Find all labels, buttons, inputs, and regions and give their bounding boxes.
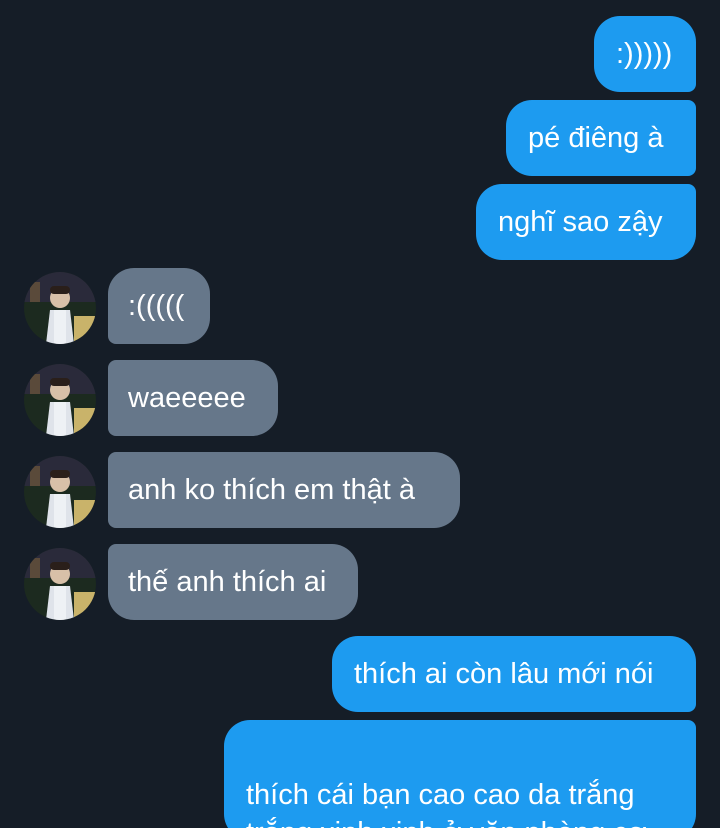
sent-message[interactable]: pé điêng à — [506, 100, 696, 176]
message-text: thế anh thích ai — [128, 566, 327, 598]
message-text: :((((( — [128, 290, 185, 322]
sent-message[interactable]: nghĩ sao zậy — [476, 184, 696, 260]
message-text: anh ko thích em thật à — [128, 474, 415, 506]
message-text: nghĩ sao zậy — [498, 206, 663, 238]
chat-thread: :))))) pé điêng à nghĩ sao zậy :(((((wa… — [0, 0, 720, 828]
received-message[interactable]: waeeeee — [108, 360, 278, 436]
user-avatar[interactable] — [24, 456, 96, 528]
received-message[interactable]: anh ko thích em thật à — [108, 452, 460, 528]
message-text: pé điêng à — [528, 122, 664, 154]
message-text: waeeeee — [128, 382, 246, 414]
user-avatar[interactable] — [24, 364, 96, 436]
message-text: :))))) — [616, 38, 673, 70]
user-avatar[interactable] — [24, 272, 96, 344]
message-text: thích cái bạn cao cao da trắng trắng xin… — [246, 779, 647, 828]
message-text: thích ai còn lâu mới nói — [354, 658, 654, 690]
sent-message[interactable]: :))))) — [594, 16, 696, 92]
received-message[interactable]: :((((( — [108, 268, 210, 344]
user-avatar[interactable] — [24, 548, 96, 620]
received-message[interactable]: thế anh thích ai — [108, 544, 358, 620]
sent-message[interactable]: thích cái bạn cao cao da trắng trắng xin… — [224, 720, 696, 828]
sent-message[interactable]: thích ai còn lâu mới nói — [332, 636, 696, 712]
